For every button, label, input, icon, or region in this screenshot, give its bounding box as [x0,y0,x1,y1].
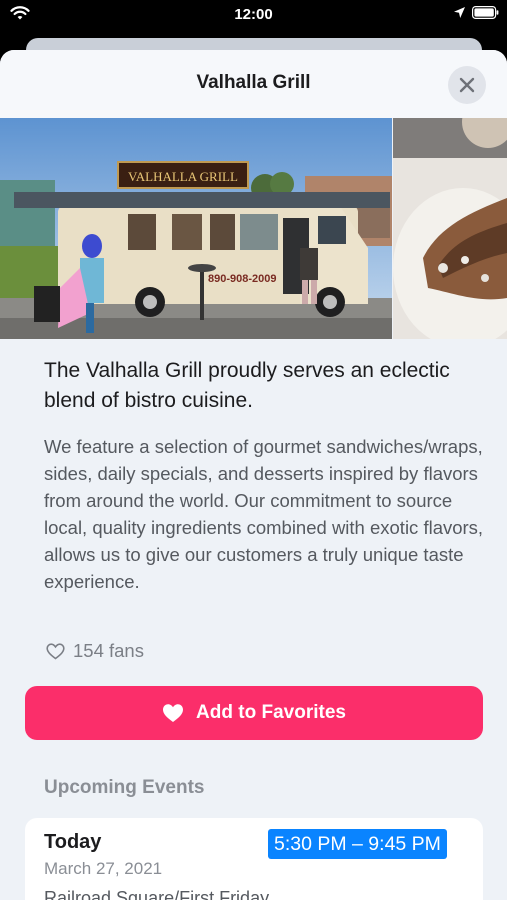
heart-icon [163,704,184,722]
fans-label: 154 fans [73,640,144,661]
heart-outline-icon [46,642,65,659]
food-truck-photo[interactable]: VALHALLA GRILL 890-908-2009 [0,118,392,339]
vendor-sheet: Valhalla Grill VALHALLA GRILL 890-908-20… [0,50,507,900]
close-icon [459,77,475,93]
add-to-favorites-button[interactable]: Add to Favorites [25,686,483,740]
status-bar: 12:00 [0,0,507,30]
sheet-header: Valhalla Grill [0,50,507,118]
food-dish-photo[interactable] [393,118,507,339]
status-time: 12:00 [234,6,273,23]
truck-sign-text: VALHALLA GRILL [128,169,238,184]
description: We feature a selection of gourmet sandwi… [44,436,484,592]
favorite-button-label: Add to Favorites [196,702,346,723]
fans-count: 154 fans [46,640,144,662]
headline: The Valhalla Grill proudly serves an ecl… [44,359,450,412]
location-arrow-icon [454,7,465,18]
battery-icon [472,6,499,19]
close-button[interactable] [448,66,486,104]
event-date: March 27, 2021 [44,859,163,878]
event-time-badge: 5:30 PM – 9:45 PM [268,829,447,859]
truck-phone-text: 890-908-2009 [208,273,277,285]
sheet-title: Valhalla Grill [196,72,311,93]
photo-gallery[interactable]: VALHALLA GRILL 890-908-2009 [0,118,507,339]
upcoming-events-title: Upcoming Events [44,777,205,798]
event-location: Railroad Square/First Friday [44,888,270,900]
event-day: Today [44,831,102,853]
event-card[interactable]: Today March 27, 2021 5:30 PM – 9:45 PM R… [25,818,483,900]
